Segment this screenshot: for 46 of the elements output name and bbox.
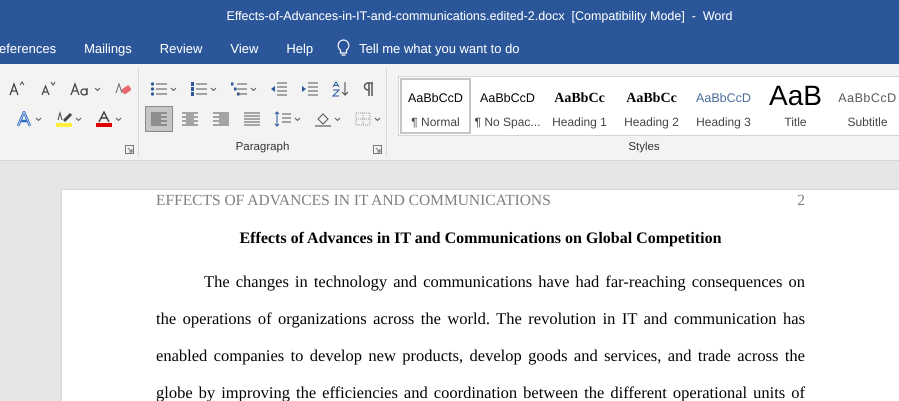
align-left-icon [150,111,168,127]
caret-icon [170,86,177,92]
sort-icon [332,81,350,97]
tell-me-field[interactable]: Tell me what you want to do [359,40,560,56]
caret-icon [75,116,82,122]
borders-icon [354,111,372,127]
bullet-list-icon [150,81,168,97]
document-heading: Effects of Advances in IT and Communications on Global Competition [238,230,722,248]
page-number: 2 [797,192,805,210]
font-color-icon [95,111,113,127]
shrink-font-icon [39,81,57,97]
caret-icon [294,116,301,122]
caret-icon [35,116,42,122]
ribbon-tab[interactable]: View [230,34,258,62]
text-effects-icon [15,111,33,127]
group-label: Styles [628,141,660,155]
style-option[interactable]: AaBbCcD ¶ Normal [400,78,471,134]
dialog-launcher-icon[interactable] [373,145,382,154]
ribbon-tab[interactable]: Review [160,34,202,62]
line-spacing-icon [274,111,292,127]
caret-icon [210,86,217,92]
running-header: EFFECTS OF ADVANCES IN IT AND COMMUNICATIONS [156,192,551,210]
caret-icon [334,116,341,122]
align-center-icon [181,111,199,127]
ribbon-tab[interactable]: Help [286,34,314,62]
ribbon-tab[interactable]: Mailings [84,34,132,62]
align-left-button[interactable] [145,106,173,132]
group-label: Paragraph [236,141,290,155]
increase-indent-icon [301,81,319,97]
caret-icon [94,86,101,92]
highlighter-icon [55,111,73,127]
paint-bucket-icon [314,111,332,127]
numbered-list-icon [190,81,208,97]
eraser-icon [114,81,132,97]
dialog-launcher-icon[interactable] [125,145,134,154]
justify-icon [243,111,261,127]
window-title: Effects-of-Advances-in-IT-and-communications.edited-2.docx [Compatibility Mode] - Word [226,9,732,23]
multilevel-list-icon [230,81,248,97]
pilcrow-icon [363,81,375,97]
caret-icon [374,116,381,122]
caret-icon [250,86,257,92]
grow-font-icon [8,81,26,97]
caret-icon [115,116,122,122]
decrease-indent-icon [270,81,288,97]
align-right-icon [212,111,230,127]
lightbulb-icon [337,39,350,57]
